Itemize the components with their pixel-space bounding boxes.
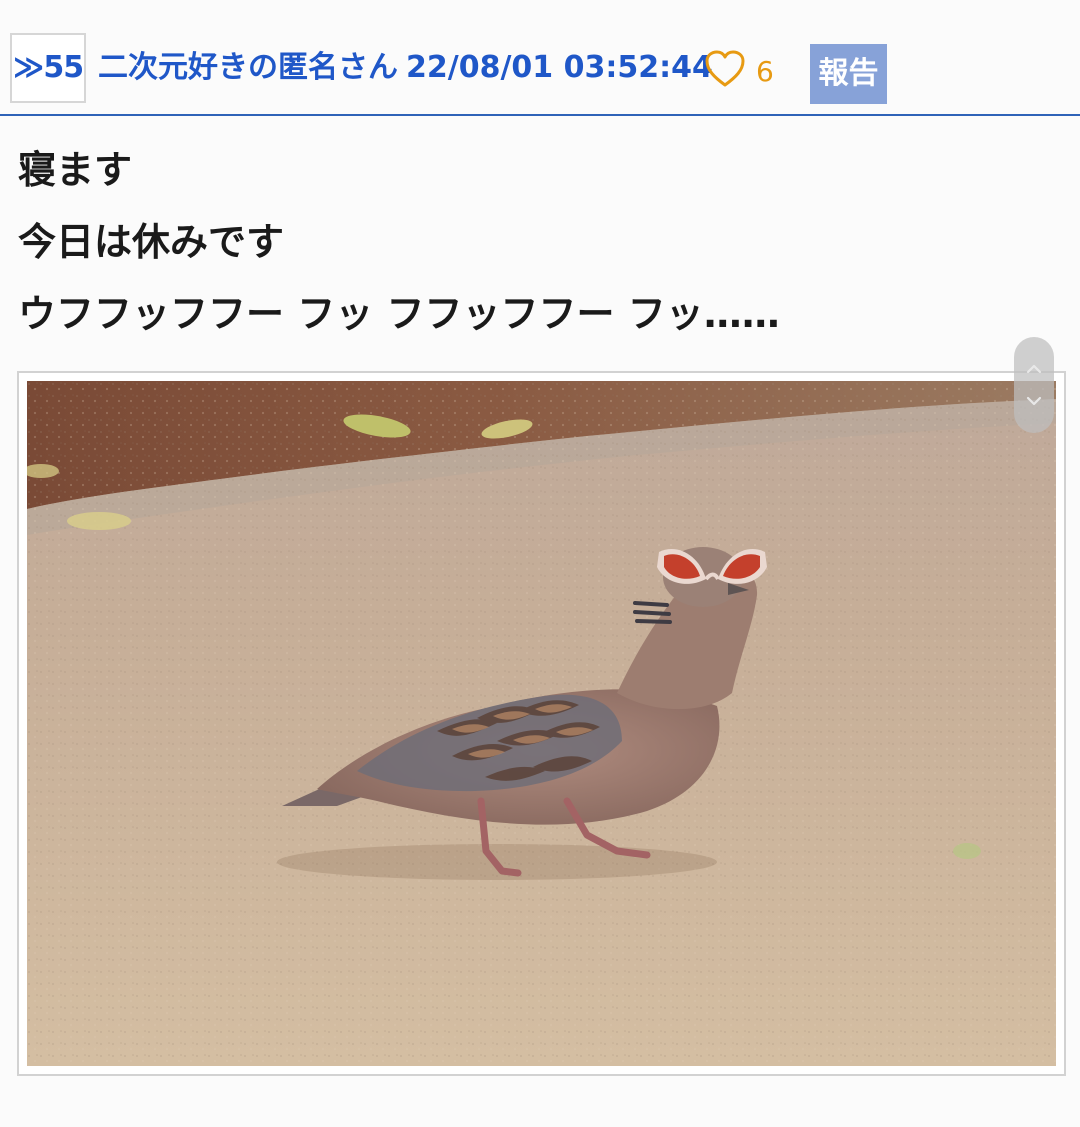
post-text-line: ウフフッフフー フッ フフッフフー フッ…… bbox=[18, 292, 780, 336]
pigeon-with-sunglasses-image[interactable] bbox=[27, 381, 1056, 1066]
post-timestamp: 22/08/01 03:52:44 bbox=[406, 50, 713, 85]
res-number-link[interactable]: ≫55 bbox=[10, 33, 86, 103]
post-header: ≫55 二次元好きの匿名さん 22/08/01 03:52:44 6 報告 bbox=[0, 0, 1080, 116]
post-text-line: 今日は休みです bbox=[18, 220, 285, 264]
post-body: 寝ます 今日は休みです ウフフッフフー フッ フフッフフー フッ…… bbox=[18, 140, 1058, 356]
scroll-control[interactable] bbox=[1014, 337, 1054, 433]
like-button[interactable]: 6 bbox=[704, 48, 776, 90]
attached-image-frame[interactable] bbox=[17, 371, 1066, 1076]
author-name: 二次元好きの匿名さん bbox=[98, 50, 398, 85]
post-text-line: 寝ます bbox=[18, 148, 133, 192]
chevron-down-icon[interactable] bbox=[1024, 391, 1044, 411]
report-button[interactable]: 報告 bbox=[810, 44, 887, 104]
chevron-up-icon[interactable] bbox=[1024, 359, 1044, 379]
like-count: 6 bbox=[756, 55, 774, 88]
heart-outline-icon bbox=[705, 50, 745, 87]
